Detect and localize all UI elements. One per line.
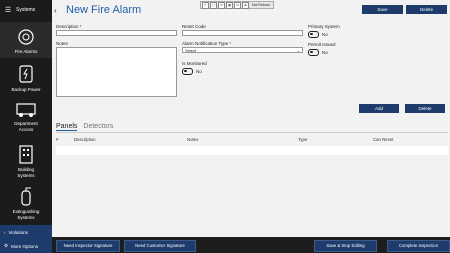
sidebar: ☰ Systems Fire Alarms Backup Power Depar… bbox=[0, 0, 52, 253]
column-header-notes: Notes bbox=[187, 137, 199, 142]
building-icon bbox=[19, 145, 33, 164]
sidebar-item-label: Extinguishing Systems bbox=[12, 209, 40, 220]
toolbar-pointer-icon[interactable]: ↖ bbox=[202, 1, 209, 9]
toggle-switch[interactable] bbox=[308, 31, 319, 38]
battery-icon bbox=[19, 65, 33, 83]
truck-icon bbox=[16, 103, 36, 117]
table-row bbox=[56, 146, 448, 155]
column-header-type: Type bbox=[298, 137, 308, 142]
save-button[interactable]: Save bbox=[362, 5, 403, 14]
toggle-switch[interactable] bbox=[182, 68, 193, 75]
toolbar-status: Not Reload bbox=[252, 2, 270, 7]
column-header-can-reset: Can Reset bbox=[373, 137, 394, 142]
notification-type-label-text: Alarm Notification Type bbox=[182, 41, 229, 46]
need-customer-signature-button[interactable]: Need Customer Signature bbox=[124, 240, 196, 252]
toggle-state-label: No bbox=[322, 49, 328, 55]
toolbar-refresh-icon[interactable]: ↻ bbox=[218, 1, 225, 9]
grid-header: # Description Notes Type Can Reset bbox=[56, 136, 448, 144]
save-stop-editing-button[interactable]: Save & Stop Editing bbox=[314, 240, 377, 252]
primary-system-toggle[interactable]: No bbox=[308, 31, 328, 38]
sidebar-item-backup-power[interactable]: Backup Power bbox=[0, 64, 52, 93]
toggle-state-label: No bbox=[322, 31, 328, 37]
sidebar-item-extinguishing-systems[interactable]: Extinguishing Systems bbox=[0, 186, 52, 220]
notification-type-select[interactable]: Select ⌄ bbox=[182, 47, 303, 53]
more-options-label: More Options bbox=[11, 243, 39, 249]
toggle-switch[interactable] bbox=[308, 49, 319, 56]
violations-label: Violations bbox=[8, 229, 28, 235]
chevron-left-icon: ‹ bbox=[4, 229, 6, 235]
sidebar-item-fire-alarms[interactable]: Fire Alarms bbox=[0, 22, 52, 58]
sidebar-item-label: Backup Power bbox=[11, 87, 41, 92]
page-title: New Fire Alarm bbox=[66, 4, 142, 16]
sidebar-item-label: Fire Alarms bbox=[14, 49, 38, 54]
sidebar-header-label: Systems bbox=[16, 7, 36, 13]
toolbar-select-icon[interactable]: ▢ bbox=[210, 1, 217, 9]
more-options-button[interactable]: ⚙ More Options bbox=[0, 239, 52, 253]
primary-system-label: Primary System bbox=[308, 24, 340, 29]
description-label: Description * bbox=[56, 24, 82, 29]
add-button[interactable]: Add bbox=[359, 104, 399, 113]
is-monitored-label: Is Monitored bbox=[182, 61, 207, 66]
notification-type-value: Select bbox=[185, 48, 197, 53]
reset-code-label: Reset Code bbox=[182, 24, 206, 29]
delete-row-button[interactable]: Delete bbox=[405, 104, 445, 113]
notes-textarea[interactable] bbox=[56, 47, 177, 97]
footer-bar: Need Inspector Signature Need Customer S… bbox=[52, 237, 450, 253]
description-field[interactable] bbox=[56, 30, 177, 36]
tab-panels[interactable]: Panels bbox=[56, 123, 78, 131]
toggle-state-label: No bbox=[196, 68, 202, 74]
debug-toolbar: ↖ ▢ ↻ ▦ ⊡ ⊕ Not Reload bbox=[200, 1, 274, 9]
sidebar-header: ☰ Systems bbox=[0, 0, 52, 20]
column-header-description: Description bbox=[74, 137, 96, 142]
notification-type-label: Alarm Notification Type * bbox=[182, 41, 231, 46]
sidebar-item-label: Department Access bbox=[14, 121, 38, 132]
sidebar-item-building-systems[interactable]: Building Systems bbox=[0, 144, 52, 178]
delete-button[interactable]: Delete bbox=[406, 5, 447, 14]
required-mark: * bbox=[229, 41, 232, 46]
reset-code-field[interactable] bbox=[182, 30, 303, 36]
tab-divider bbox=[56, 132, 448, 133]
notes-label: Notes bbox=[56, 41, 68, 46]
permit-issued-toggle[interactable]: No bbox=[308, 49, 328, 56]
column-header-number: # bbox=[56, 137, 59, 142]
required-mark: * bbox=[79, 24, 82, 29]
toolbar-layout-icon[interactable]: ▦ bbox=[226, 1, 233, 9]
sidebar-bottom: ‹ Violations ⚙ More Options bbox=[0, 225, 52, 253]
toolbar-inspect-icon[interactable]: ⊡ bbox=[234, 1, 241, 9]
extinguisher-icon bbox=[21, 187, 31, 206]
tab-detectors[interactable]: Detectors bbox=[83, 123, 113, 131]
description-label-text: Description bbox=[56, 24, 79, 29]
hamburger-menu-icon[interactable]: ☰ bbox=[0, 6, 16, 14]
permit-issued-label: Permit Issued bbox=[308, 42, 336, 47]
complete-inspection-button[interactable]: Complete Inspection bbox=[387, 240, 450, 252]
sidebar-item-label: Building Systems bbox=[17, 167, 35, 178]
more-options-icon: ⚙ bbox=[4, 243, 9, 248]
violations-button[interactable]: ‹ Violations bbox=[0, 225, 52, 239]
is-monitored-toggle[interactable]: No bbox=[182, 68, 202, 75]
back-button[interactable]: ‹ bbox=[54, 6, 57, 15]
need-inspector-signature-button[interactable]: Need Inspector Signature bbox=[56, 240, 120, 252]
tab-bar: Panels Detectors bbox=[56, 123, 113, 131]
chevron-down-icon: ⌄ bbox=[296, 48, 300, 53]
toolbar-zoom-icon[interactable]: ⊕ bbox=[242, 1, 249, 9]
sidebar-item-department-access[interactable]: Department Access bbox=[0, 100, 52, 132]
fire-alarm-icon bbox=[18, 29, 34, 45]
